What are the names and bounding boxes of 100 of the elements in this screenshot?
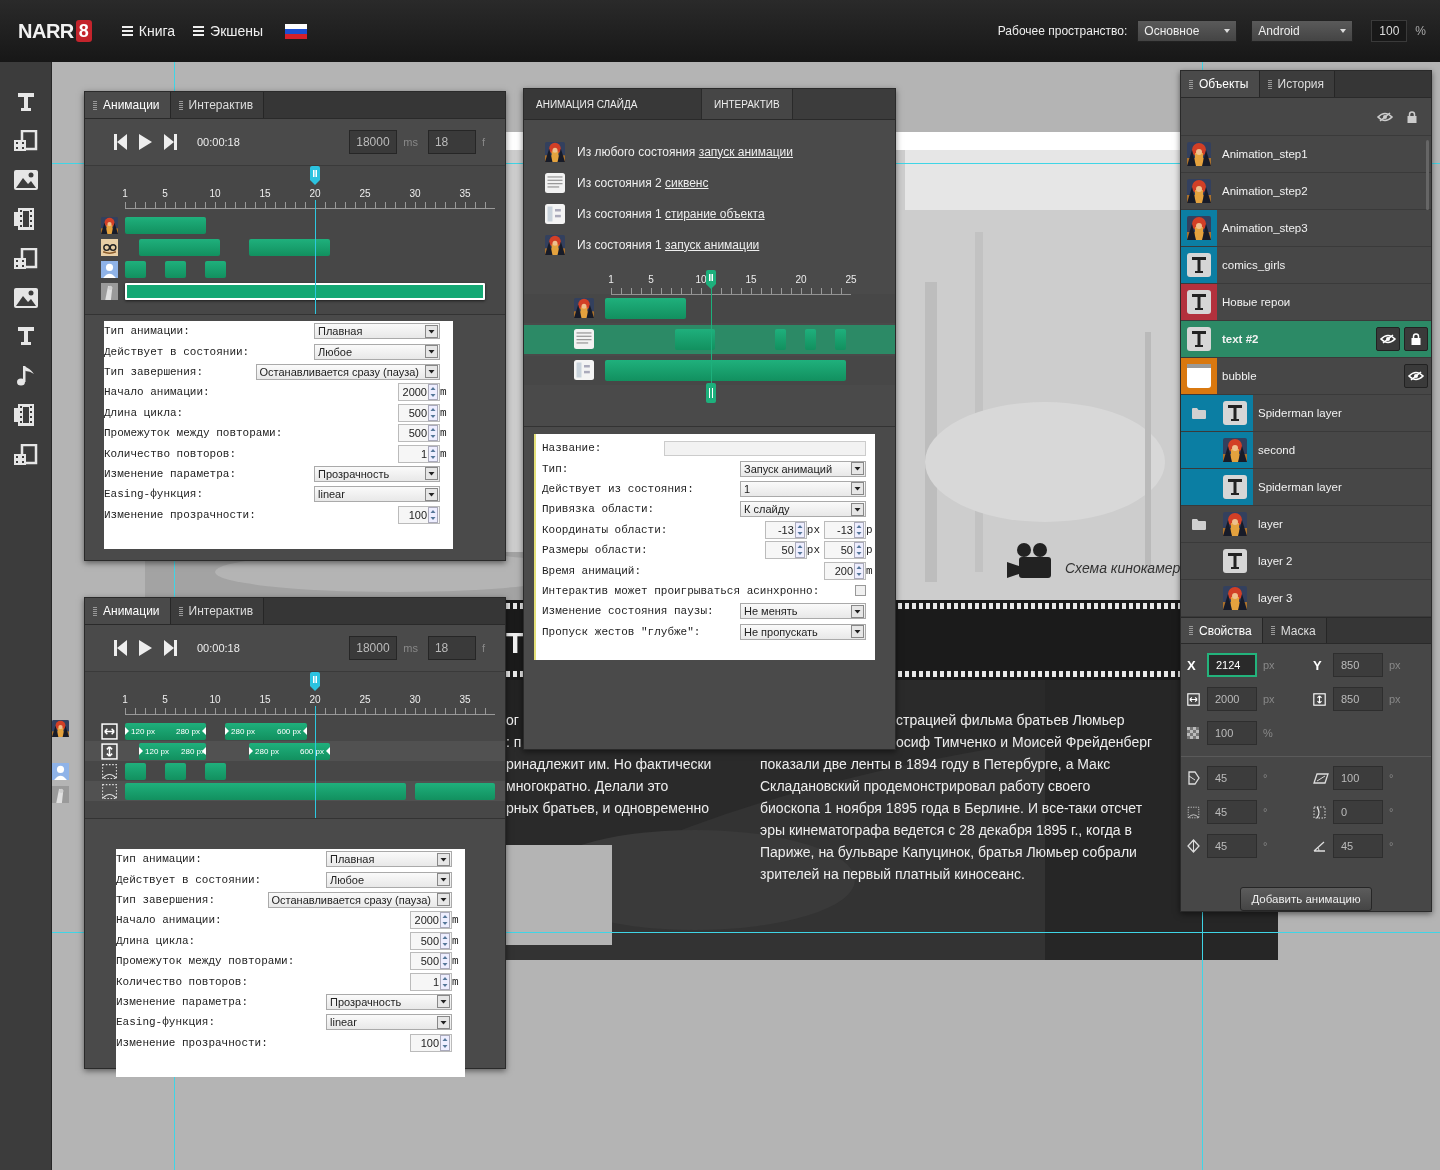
dropdown-field[interactable]: Не менять (740, 603, 866, 620)
paragraph: страцией фильма братьев Люмьер осиф Тимченко и Моисей Фрейденберг показали две ленты в 1894 году в Петербурге, а Макс Складановский продемонстрировал работу своего биоскопа 1 ноября 1895 года в Берлине. И все-таки отсчет эры кинематографа ведется с 28 декабря 1895 г., когда в Париже, на бульваре Капуцинок, братья Люмьер собрали зрителей на первый платный киносеанс. (760, 711, 1153, 884)
clip-label: 280 px (174, 726, 201, 736)
panel-tab[interactable]: Свойства (1181, 618, 1263, 643)
dropdown-icon (851, 625, 864, 639)
ruler-label: 5 (162, 694, 168, 705)
panel-tab[interactable]: АНИМАЦИЯ СЛАЙДА (524, 89, 702, 119)
text-icon[interactable] (15, 92, 36, 112)
number-field[interactable]: 1 (410, 972, 452, 991)
timeline-clip[interactable] (415, 782, 495, 800)
number-field[interactable]: 100 (410, 1033, 452, 1052)
number-field[interactable]: 100 (1207, 721, 1257, 745)
field-label: Тип завершения: (116, 893, 216, 906)
skip-back-icon[interactable] (114, 640, 127, 656)
timeline-clip[interactable] (165, 762, 186, 780)
music-icon[interactable] (15, 364, 36, 386)
number-field[interactable]: 2124 (1207, 653, 1257, 677)
number-field[interactable]: 45 (1207, 834, 1257, 858)
video-icon[interactable] (12, 248, 39, 270)
number-field[interactable]: 0 (1333, 800, 1383, 824)
panel-tab[interactable]: Маска (1262, 618, 1327, 643)
number-field[interactable]: 850 (1333, 653, 1383, 677)
opacity-icon (1187, 727, 1199, 739)
video-icon[interactable] (12, 130, 39, 152)
field-label: Промежуток между повторами: (116, 955, 295, 968)
number-field[interactable]: 2000 (410, 911, 452, 930)
number-field[interactable]: 500 (410, 931, 452, 950)
number-field[interactable]: 100 (1333, 766, 1383, 790)
dropdown-field[interactable]: Любое (326, 871, 452, 888)
panel-tab[interactable]: Объекты (1181, 71, 1260, 97)
timeline-clip[interactable] (205, 762, 226, 780)
panel-tab[interactable]: История (1259, 71, 1336, 97)
unit-label: ° (1389, 772, 1394, 784)
panel-tab[interactable]: Анимации (85, 92, 171, 118)
avatar-icon (52, 763, 69, 780)
lock-button[interactable] (1404, 327, 1428, 351)
grip-icon (1189, 79, 1193, 89)
number-field[interactable]: 45 (1333, 834, 1383, 858)
timeline-clip[interactable] (125, 260, 146, 278)
stepper-icon (440, 932, 450, 949)
number-field[interactable]: 2000 (1207, 687, 1257, 711)
dropdown-field[interactable]: Не пропускать (740, 623, 866, 640)
image-icon[interactable] (13, 170, 38, 190)
duration-field[interactable]: 18000 (349, 636, 398, 660)
image-icon[interactable] (13, 288, 38, 308)
sketch-icon (101, 282, 118, 300)
text-icon[interactable] (15, 326, 36, 346)
panel-tab[interactable]: Анимации (85, 598, 171, 624)
dropdown-icon (437, 995, 450, 1009)
flag-icon[interactable] (285, 23, 308, 39)
clip-label: 600 px (298, 746, 325, 756)
unit-label: ° (1263, 806, 1268, 818)
skip-back-icon[interactable] (114, 134, 127, 150)
skip-forward-icon[interactable] (164, 640, 177, 656)
menu-item[interactable]: Книга (121, 23, 176, 39)
number-field[interactable]: 45 (1207, 800, 1257, 824)
dropdown-icon (437, 893, 450, 907)
visibility-button[interactable] (1376, 327, 1400, 351)
timeline-clip[interactable] (125, 782, 406, 800)
dropdown-icon (851, 604, 864, 618)
menu-item[interactable]: Экшены (193, 23, 264, 39)
add-animation-button[interactable]: Добавить анимацию (1240, 887, 1372, 911)
lock-icon[interactable] (1407, 110, 1417, 123)
dropdown-field[interactable]: Плавная (326, 851, 452, 868)
dropdown-field[interactable]: Прозрачность (326, 993, 452, 1010)
workspace-label: Рабочее пространство: (997, 24, 1128, 38)
avatar-icon (101, 260, 118, 278)
dropdown-field[interactable]: linear (326, 1014, 452, 1031)
zoom-field[interactable]: 100 (1371, 20, 1408, 42)
caret-icon (1224, 29, 1231, 33)
workspace-dropdown[interactable]: Основное (1137, 20, 1238, 42)
unit-label: m (452, 934, 460, 947)
panel-tab[interactable]: Интерактив (170, 92, 265, 118)
paragraph: ог : п ринадлежит им. Но фактически многократно. Делали это рных братьев, и одновременно (506, 711, 712, 818)
field-label: Действует в состоянии: (116, 873, 262, 886)
unit-label: ° (1263, 840, 1268, 852)
frame-icon (101, 782, 118, 800)
field-label: Изменение параметра: (116, 995, 249, 1008)
playhead-handle[interactable] (309, 672, 322, 692)
frame-field[interactable]: 18 (427, 636, 476, 660)
axis-label: X (1187, 657, 1197, 673)
device-dropdown[interactable]: Android (1251, 20, 1354, 42)
number-field[interactable]: 45 (1207, 766, 1257, 790)
dropdown-field[interactable]: Останавливается сразу (пауза) (267, 891, 452, 908)
hidden-eye-icon[interactable] (1377, 111, 1393, 122)
width-icon (1187, 692, 1200, 706)
panel-tab[interactable]: ИНТЕРАКТИВ (702, 89, 793, 119)
field-label: Изменение прозрачности: (116, 1036, 268, 1049)
stepper-icon (440, 912, 450, 929)
number-field[interactable]: 850 (1333, 687, 1383, 711)
caret-icon (1340, 29, 1347, 33)
timeline-clip[interactable] (125, 762, 146, 780)
play-icon[interactable] (139, 640, 152, 656)
sketch-icon (52, 786, 69, 803)
stepper-icon (440, 1034, 450, 1051)
number-field[interactable]: 500 (410, 952, 452, 971)
visibility-button[interactable] (1404, 364, 1428, 388)
timeline-clip[interactable]: 120 px 280 px (125, 722, 206, 740)
video-icon[interactable] (12, 444, 39, 466)
panel-tab[interactable]: Интерактив (170, 598, 265, 624)
